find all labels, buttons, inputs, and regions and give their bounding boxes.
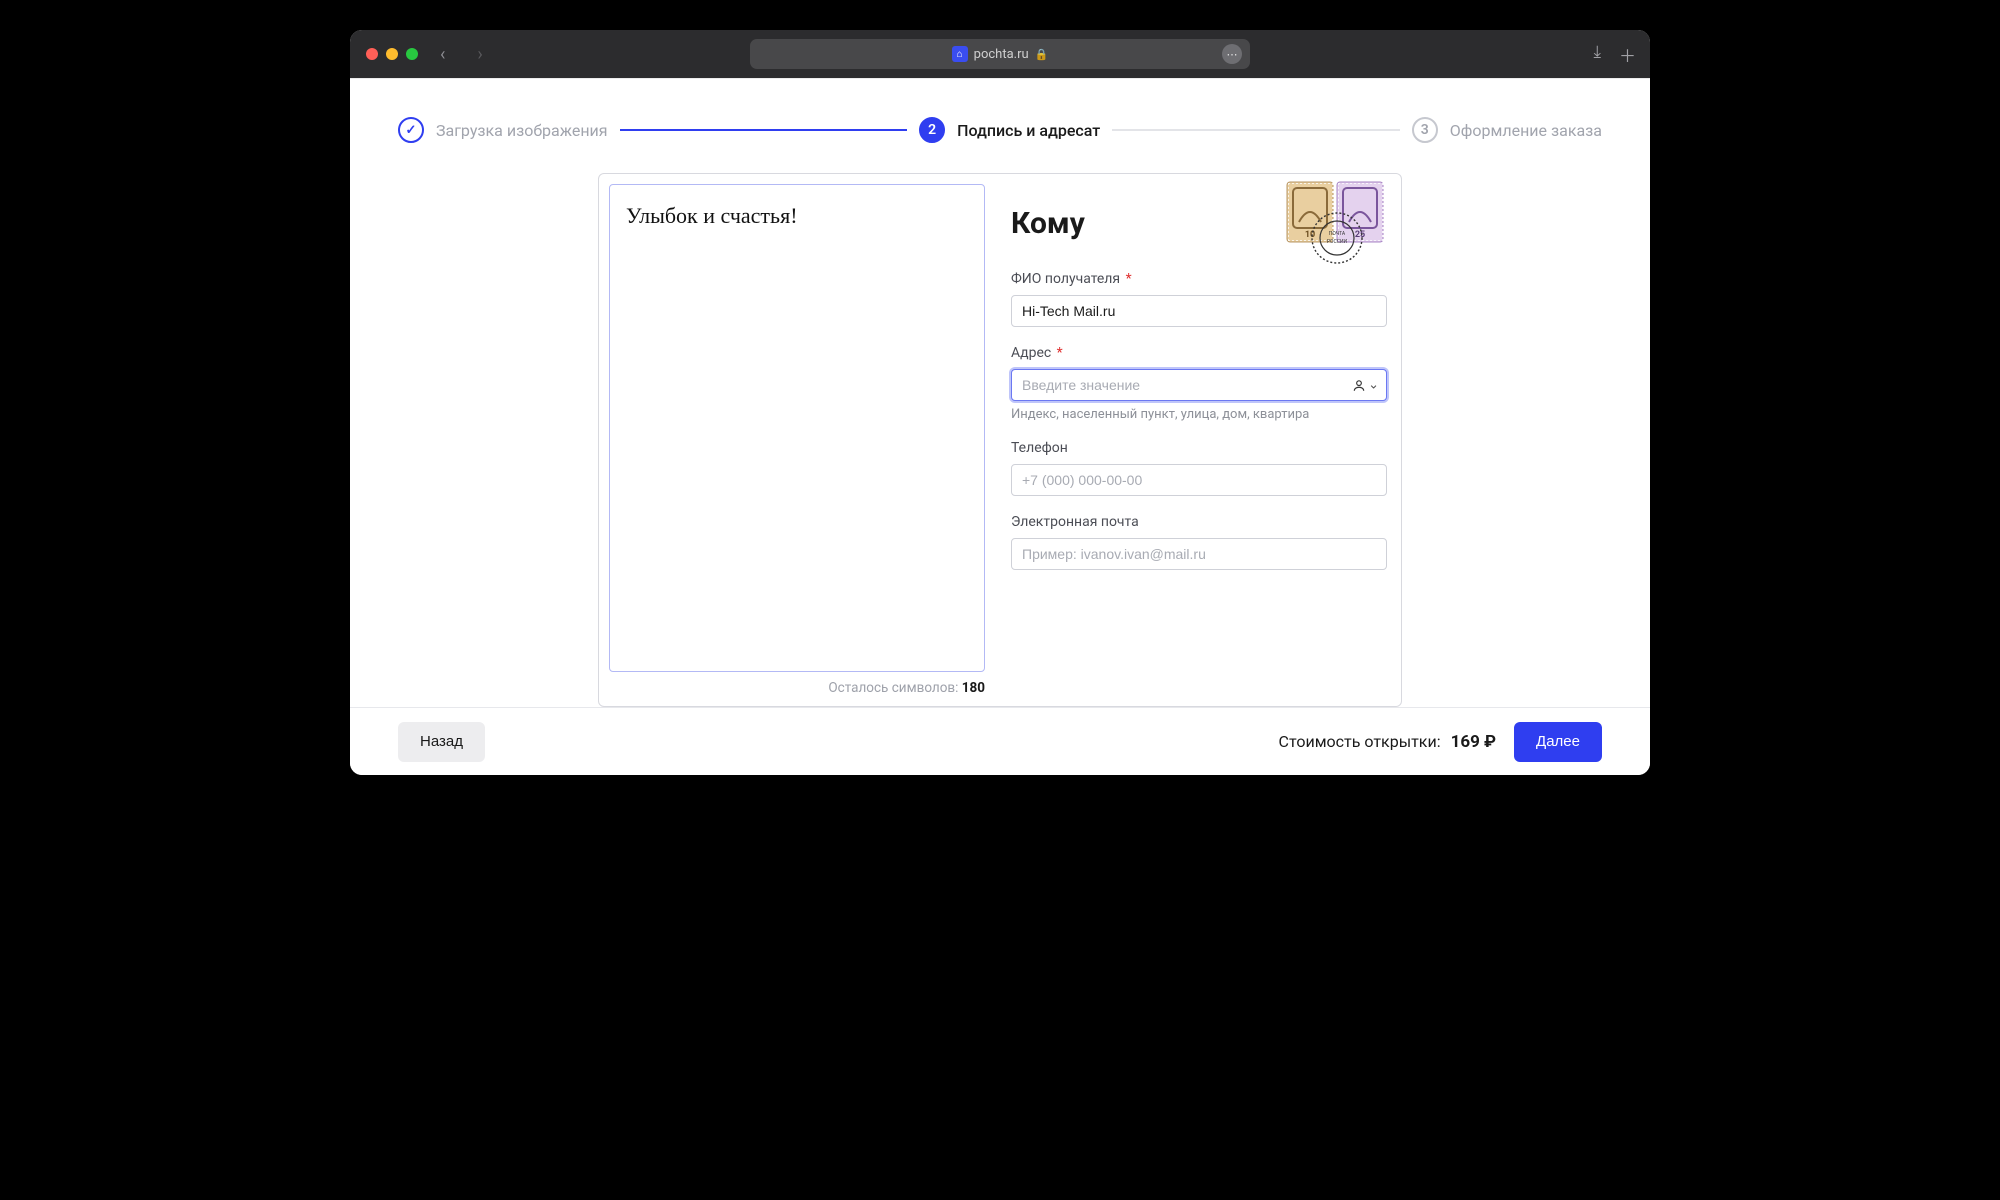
progress-stepper: ✓ Загрузка изображения 2 Подпись и адрес… xyxy=(350,79,1650,173)
phone-label: Телефон xyxy=(1011,440,1387,456)
email-input[interactable] xyxy=(1011,538,1387,570)
window-maximize-button[interactable] xyxy=(406,48,418,60)
address-label: Адрес * xyxy=(1011,345,1387,361)
step-address[interactable]: 2 Подпись и адресат xyxy=(919,117,1100,143)
step-number: 3 xyxy=(1412,117,1438,143)
titlebar: ‹ › ⌂ pochta.ru 🔒 ⋯ ⤓ ＋ xyxy=(350,30,1650,78)
field-recipient-name: ФИО получателя * xyxy=(1011,271,1387,327)
char-counter-value: 180 xyxy=(962,680,985,696)
footer-bar: Назад Стоимость открытки: 169 ₽ Далее xyxy=(350,707,1650,775)
email-label: Электронная почта xyxy=(1011,514,1387,530)
step-checkout-label: Оформление заказа xyxy=(1450,121,1602,140)
svg-text:ПОЧТА: ПОЧТА xyxy=(1329,231,1346,237)
price-label: Стоимость открытки: xyxy=(1279,732,1441,751)
char-counter: Осталось символов: 180 xyxy=(609,672,985,696)
field-phone: Телефон xyxy=(1011,440,1387,496)
window-close-button[interactable] xyxy=(366,48,378,60)
required-mark: * xyxy=(1122,271,1132,287)
required-mark: * xyxy=(1053,345,1063,361)
downloads-icon[interactable]: ⤓ xyxy=(1593,42,1601,67)
address-hint: Индекс, населенный пункт, улица, дом, кв… xyxy=(1011,407,1387,422)
window-minimize-button[interactable] xyxy=(386,48,398,60)
message-textarea[interactable]: Улыбок и счастья! xyxy=(609,184,985,672)
phone-input[interactable] xyxy=(1011,464,1387,496)
site-menu-button[interactable]: ⋯ xyxy=(1222,44,1242,64)
field-address: Адрес * ⌄ Индекс, населенный пункт, улиц… xyxy=(1011,345,1387,422)
char-counter-label: Осталось символов: xyxy=(828,680,961,696)
lock-icon: 🔒 xyxy=(1035,48,1049,61)
field-email: Электронная почта xyxy=(1011,514,1387,570)
window-controls xyxy=(366,48,418,60)
step-checkout[interactable]: 3 Оформление заказа xyxy=(1412,117,1602,143)
page: ✓ Загрузка изображения 2 Подпись и адрес… xyxy=(350,78,1650,775)
step-number: 2 xyxy=(919,117,945,143)
recipient-name-input[interactable] xyxy=(1011,295,1387,327)
recipient-form: 10 25 xyxy=(1011,184,1391,696)
step-upload[interactable]: ✓ Загрузка изображения xyxy=(398,117,608,143)
browser-window: ‹ › ⌂ pochta.ru 🔒 ⋯ ⤓ ＋ ✓ Загрузка изобр… xyxy=(350,30,1650,775)
message-column: Улыбок и счастья! Осталось символов: 180 xyxy=(609,184,985,696)
chevron-down-icon: ⌄ xyxy=(1368,378,1379,393)
step-address-label: Подпись и адресат xyxy=(957,121,1100,140)
price-value: 169 ₽ xyxy=(1451,732,1496,752)
back-button[interactable]: Назад xyxy=(398,722,485,762)
step-line xyxy=(1112,129,1400,131)
step-upload-label: Загрузка изображения xyxy=(436,121,608,140)
svg-text:РОССИИ: РОССИИ xyxy=(1327,239,1348,245)
postage-stamps-icon: 10 25 xyxy=(1283,178,1393,268)
step-line xyxy=(620,129,908,131)
check-icon: ✓ xyxy=(406,124,417,137)
recipient-name-label: ФИО получателя * xyxy=(1011,271,1387,287)
address-suggest-icon[interactable]: ⌄ xyxy=(1352,378,1379,393)
url-host: pochta.ru xyxy=(974,47,1029,62)
new-tab-button[interactable]: ＋ xyxy=(1619,42,1636,67)
postcard-editor: Улыбок и счастья! Осталось символов: 180 xyxy=(598,173,1402,707)
browser-forward-button[interactable]: › xyxy=(467,44,492,65)
site-favicon-icon: ⌂ xyxy=(952,46,968,62)
browser-back-button[interactable]: ‹ xyxy=(430,44,455,65)
svg-text:25: 25 xyxy=(1355,230,1365,240)
address-input[interactable] xyxy=(1011,369,1387,401)
url-bar[interactable]: ⌂ pochta.ru 🔒 ⋯ xyxy=(750,39,1250,69)
next-button[interactable]: Далее xyxy=(1514,722,1602,762)
svg-text:10: 10 xyxy=(1305,230,1315,240)
